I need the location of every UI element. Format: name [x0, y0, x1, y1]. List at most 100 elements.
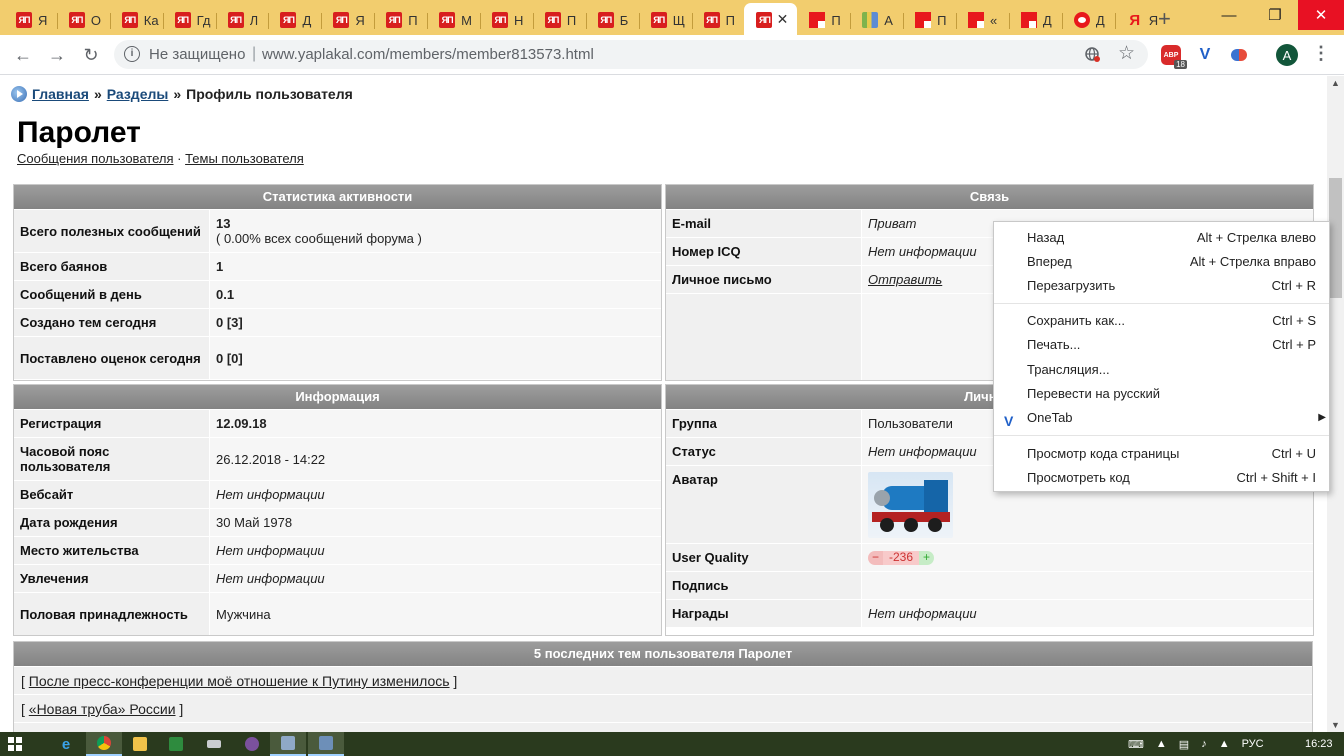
back-icon[interactable]: ←	[11, 43, 35, 67]
browser-tab[interactable]: ЯП П	[532, 5, 586, 35]
browser-tab[interactable]: ЯП Д	[268, 5, 321, 35]
red-favicon-icon	[1020, 12, 1037, 28]
url-separator: |	[252, 45, 257, 62]
scroll-thumb[interactable]	[1329, 178, 1342, 298]
browser-tab[interactable]: ЯП Гд	[162, 5, 216, 35]
explorer-icon[interactable]	[122, 732, 158, 756]
browser-tab[interactable]: ЯП ✕	[744, 3, 798, 36]
profile-avatar[interactable]: A	[1276, 44, 1298, 66]
browser-tab[interactable]: П	[797, 5, 850, 35]
menu-item-label: Трансляция...	[1027, 362, 1110, 377]
tab-title: Ка	[143, 12, 159, 28]
ie-icon[interactable]: e	[48, 732, 84, 756]
menu-item-inspect[interactable]: Просмотреть код Ctrl + Shift + I	[994, 467, 1329, 489]
new-tab-button[interactable]: +	[1158, 6, 1171, 32]
menu-item-translate[interactable]: Перевести на русский	[994, 383, 1329, 405]
translate-icon[interactable]	[1084, 46, 1101, 63]
url-text[interactable]: www.yaplakal.com/members/member813573.ht…	[262, 46, 594, 63]
forward-icon[interactable]: →	[45, 43, 69, 67]
adblock-icon[interactable]: ABP 18	[1160, 44, 1187, 69]
breadcrumb-sections-link[interactable]: Разделы	[107, 86, 169, 102]
browser-tab[interactable]: ЯП Я	[321, 5, 374, 35]
chrome-taskbar-icon[interactable]	[86, 732, 122, 756]
menu-item-forward[interactable]: Вперед Alt + Стрелка вправо	[994, 251, 1329, 273]
scroll-down-icon[interactable]: ▼	[1331, 720, 1340, 730]
info-value: 12.09.18	[209, 410, 661, 437]
tab-title: П	[566, 12, 577, 28]
signal-icon[interactable]: ▲	[1219, 738, 1230, 750]
info-label: Вебсайт	[14, 481, 209, 508]
user-topics-link[interactable]: Темы пользователя	[185, 151, 304, 166]
menu-item-back[interactable]: Назад Alt + Стрелка влево	[994, 227, 1329, 249]
minimize-icon[interactable]: —	[1206, 0, 1252, 30]
browser-tab[interactable]: П	[903, 5, 956, 35]
menu-item-view-source[interactable]: Просмотр кода страницы Ctrl + U	[994, 443, 1329, 465]
breadcrumb-home-link[interactable]: Главная	[32, 86, 89, 102]
clock[interactable]: 16:23	[1305, 738, 1333, 750]
menu-separator	[994, 303, 1329, 304]
menu-item-save-as[interactable]: Сохранить как... Ctrl + S	[994, 310, 1329, 332]
bookmark-star-icon[interactable]: ☆	[1118, 42, 1135, 65]
close-window-icon[interactable]: ✕	[1298, 0, 1344, 30]
topic-link[interactable]: «Новая труба» России	[29, 701, 176, 717]
browser-tab[interactable]: ЯП Ка	[109, 5, 163, 35]
language-indicator[interactable]: РУС	[1242, 738, 1264, 750]
calculator-icon[interactable]	[158, 732, 194, 756]
app-taskbar-icon[interactable]	[308, 732, 344, 756]
tray-expand-icon[interactable]: ▲	[1156, 738, 1167, 750]
menu-item-cast[interactable]: Трансляция...	[994, 359, 1329, 381]
info-row: Дата рождения 30 Май 1978	[14, 508, 661, 536]
topic-link[interactable]: После пресс-конференции моё отношение к …	[29, 673, 450, 689]
browser-tab[interactable]: ЯП Я	[4, 5, 57, 35]
personal-row: User Quality − -236 +	[666, 543, 1313, 571]
volume-icon[interactable]: ♪	[1201, 738, 1207, 750]
red-favicon-icon	[809, 12, 826, 28]
info-row: Половая принадлежность Мужчина	[14, 592, 661, 635]
maximize-icon[interactable]: ❐	[1252, 0, 1298, 30]
browser-tab[interactable]: ЯП Щ	[638, 5, 692, 35]
browser-tab[interactable]: ЯП Л	[215, 5, 269, 35]
image-viewer-icon[interactable]	[270, 732, 306, 756]
browser-menu-icon[interactable]: ⋮	[1312, 43, 1330, 64]
menu-item-reload[interactable]: Перезагрузить Ctrl + R	[994, 275, 1329, 297]
info-row: Часовой пояс пользователя 26.12.2018 - 1…	[14, 437, 661, 480]
address-bar[interactable]: i Не защищено | www.yaplakal.com/members…	[114, 40, 1148, 69]
menu-item-label: Сохранить как...	[1027, 313, 1125, 328]
info-value: 30 Май 1978	[209, 509, 661, 536]
viber-icon[interactable]	[234, 732, 270, 756]
info-value: Мужчина	[209, 593, 661, 635]
quality-minus-button[interactable]: −	[868, 550, 884, 565]
personal-label: Группа	[666, 410, 861, 437]
tab-title: Я	[38, 12, 48, 28]
extension-icon[interactable]	[1228, 44, 1250, 66]
yap-favicon-icon: ЯП	[650, 12, 667, 28]
reload-icon[interactable]: ↻	[79, 43, 103, 67]
browser-tab[interactable]: «	[956, 5, 1009, 35]
menu-item-print[interactable]: Печать... Ctrl + P	[994, 334, 1329, 356]
browser-tab[interactable]: ЯП О	[56, 5, 110, 35]
keyboard-tray-icon[interactable]: ⌨	[1128, 738, 1144, 751]
info-icon[interactable]: i	[124, 46, 140, 62]
onetab-icon[interactable]: V	[1194, 44, 1216, 66]
contact-label: Номер ICQ	[666, 238, 861, 265]
send-message-link[interactable]: Отправить	[868, 272, 942, 287]
menu-item-onetab[interactable]: V OneTab ▶	[994, 407, 1329, 429]
browser-tab[interactable]: ЯП Н	[480, 5, 533, 35]
browser-tab[interactable]: ЯП Б	[585, 5, 639, 35]
scroll-up-icon[interactable]: ▲	[1331, 78, 1340, 88]
avatar[interactable]	[868, 472, 953, 538]
quality-plus-button[interactable]: +	[919, 550, 935, 565]
browser-tab[interactable]: ЯП П	[691, 5, 745, 35]
browser-tab[interactable]: ЯП П	[374, 5, 427, 35]
security-label[interactable]: Не защищено	[149, 46, 245, 63]
personal-value	[861, 572, 1313, 599]
browser-tab[interactable]: А	[850, 5, 903, 35]
browser-tab[interactable]: ЯП М	[427, 5, 480, 35]
browser-tab[interactable]: Д	[1061, 5, 1115, 35]
network-icon[interactable]: ▤	[1179, 738, 1189, 751]
browser-tab[interactable]: Д	[1008, 5, 1062, 35]
tab-close-icon[interactable]: ✕	[777, 11, 789, 28]
windows-start-icon[interactable]	[8, 737, 22, 751]
keyboard-icon[interactable]	[196, 732, 232, 756]
user-messages-link[interactable]: Сообщения пользователя	[17, 151, 174, 166]
